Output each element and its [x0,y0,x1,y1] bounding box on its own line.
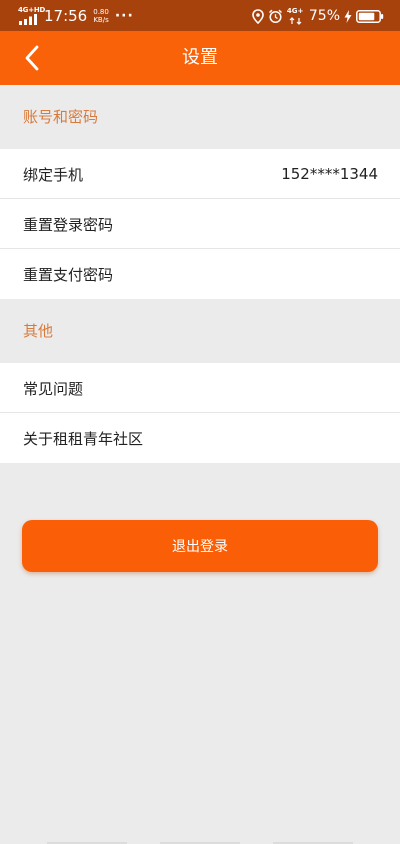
faq-item[interactable]: 常见问题 [0,363,400,413]
signal-arrows-icon [289,17,302,25]
battery-icon [356,9,384,23]
cellular-signal-2: 4G+ [287,7,303,25]
network-speed: 0.80 KB/s [93,8,109,24]
status-right: 4G+ 75% [248,6,384,26]
about-label: 关于租租青年社区 [23,429,144,448]
reset-login-password-item[interactable]: 重置登录密码 [0,199,400,249]
speed-unit: KB/s [93,16,109,24]
signal-bars-icon [19,14,37,25]
alarm-icon [268,9,282,23]
about-item[interactable]: 关于租租青年社区 [0,413,400,463]
reset-pay-password-label: 重置支付密码 [23,265,114,284]
status-bar: 4G+HD 17:56 0.80 KB/s ··· 4G+ 75% [0,0,400,31]
bind-phone-item[interactable]: 绑定手机 152****1344 [0,149,400,199]
charging-icon [344,9,352,23]
status-time: 17:56 [44,7,88,25]
section-header-other: 其他 [23,322,54,340]
network-type-2: 4G+ [286,7,304,15]
more-notifications-icon: ··· [114,8,134,24]
page-title: 设置 [182,47,218,68]
reset-login-password-label: 重置登录密码 [23,215,114,234]
bind-phone-label: 绑定手机 [23,165,84,184]
location-icon [252,8,264,24]
battery-percent: 75% [308,8,340,24]
app-bar: 设置 [0,31,400,85]
status-left: 4G+HD 17:56 0.80 KB/s ··· [18,6,134,26]
network-type: 4G+HD [18,6,46,14]
cellular-signal: 4G+HD [18,6,45,25]
speed-value: 0.80 [93,8,109,16]
reset-pay-password-item[interactable]: 重置支付密码 [0,249,400,299]
faq-label: 常见问题 [23,379,84,398]
section-header-account: 账号和密码 [23,108,99,126]
logout-button[interactable]: 退出登录 [22,520,378,572]
bind-phone-value: 152****1344 [281,165,378,183]
